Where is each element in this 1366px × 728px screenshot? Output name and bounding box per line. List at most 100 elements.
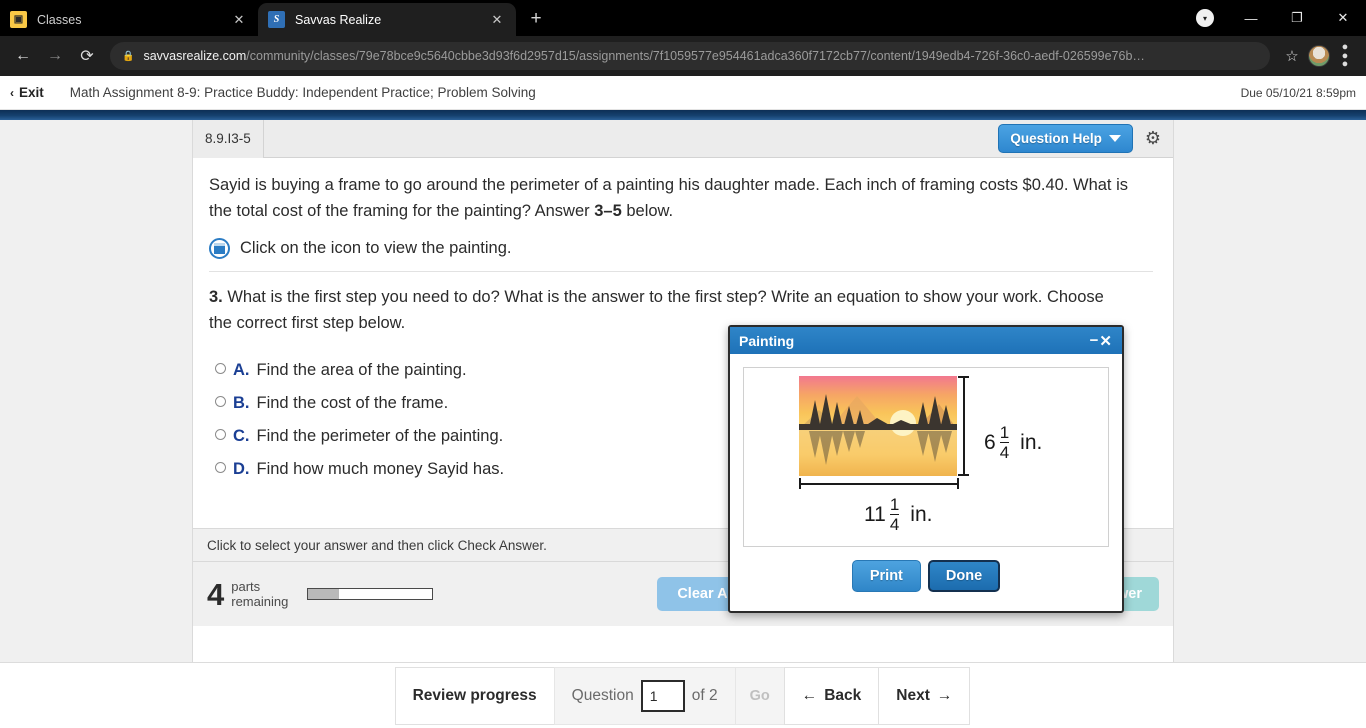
height-numerator: 1 [999,423,1010,442]
profile-avatar[interactable] [1308,44,1330,67]
update-available-button[interactable]: ▾ [1182,0,1228,36]
dialog-titlebar[interactable]: Painting − ✕ [730,327,1122,354]
maximize-button[interactable]: ❐ [1274,0,1320,36]
width-tick-right [957,478,959,489]
view-painting-row[interactable]: Click on the icon to view the painting. [209,224,1153,272]
kebab-menu-icon[interactable]: ● ● ● [1332,41,1358,69]
height-dimension-line [963,376,965,476]
due-date: Due 05/10/21 8:59pm [1240,85,1356,100]
bookmark-star-icon[interactable]: ☆ [1278,47,1306,65]
choice-text: Find the perimeter of the painting. [256,427,504,445]
height-tick-top [958,376,969,378]
height-tick-bottom [958,474,969,476]
parts-remaining: 4 parts remaining [207,579,288,610]
question-toolbar: 8.9.I3-5 Question Help ⚙ [193,119,1173,158]
width-whole-number: 11 [864,502,886,526]
exit-button[interactable]: ‹ Exit [10,85,44,100]
chevron-down-icon: ▾ [1196,9,1214,27]
painting-height-label: 6 1 4 in. [984,424,1042,462]
new-tab-button[interactable]: + [522,5,550,33]
workspace: 8.9.I3-5 Question Help ⚙ Sayid is buying… [0,119,1366,662]
review-progress-button[interactable]: Review progress [394,666,555,725]
window-controls: ▾ — ❐ ✕ [1182,0,1366,36]
nav-group: Review progress Question of 2 Go ← Back … [394,666,971,725]
chevron-down-icon [1108,135,1121,142]
parts-label: parts remaining [231,579,288,609]
question-help-button[interactable]: Question Help [998,124,1133,153]
radio-button[interactable] [215,462,226,473]
question-label: Question [571,686,634,704]
radio-button[interactable] [215,396,226,407]
go-button[interactable]: Go [734,666,785,725]
assignment-navigation: Review progress Question of 2 Go ← Back … [0,662,1366,728]
close-icon[interactable]: ✕ [230,11,248,29]
width-dimension-line [799,483,959,485]
width-denominator: 4 [889,513,900,534]
forward-icon[interactable]: → [40,41,70,71]
painting-viewer-icon[interactable] [209,238,230,259]
omnibar-actions: ☆ ● ● ● [1278,41,1358,69]
width-tick-left [799,478,801,489]
dialog-body: 6 1 4 in. 11 1 4 in. Print Done [730,354,1122,605]
savvas-favicon-icon: S [268,11,285,28]
back-label: Back [824,686,862,704]
choice-text: Find the cost of the frame. [256,394,449,412]
parts-count: 4 [207,576,225,612]
dialog-actions: Print Done [743,560,1109,592]
address-bar: ← → ⟳ 🔒 savvasrealize.com/community/clas… [0,36,1366,76]
dialog-title: Painting [739,332,795,349]
height-unit: in. [1020,430,1043,454]
close-icon[interactable]: ✕ [488,11,506,29]
painting-artwork [799,376,957,476]
close-window-button[interactable]: ✕ [1320,0,1366,36]
minimize-button[interactable]: — [1228,0,1274,36]
assignment-header: ‹ Exit Math Assignment 8-9: Practice Bud… [0,76,1366,110]
question-number-input[interactable] [640,679,685,712]
print-button[interactable]: Print [851,560,921,592]
height-fraction: 1 4 [999,423,1010,462]
width-unit: in. [910,502,933,526]
total-questions-label: of 2 [691,686,718,704]
done-button[interactable]: Done [927,560,1001,592]
back-button[interactable]: ← Back [783,666,880,725]
chevron-left-icon: ‹ [10,85,14,100]
painting-dialog: Painting − ✕ 6 1 4 in. 11 1 4 in. Print … [728,325,1124,613]
remaining-word: remaining [231,594,289,609]
close-icon[interactable]: ✕ [1099,332,1113,350]
classes-favicon-icon: ▣ [10,11,27,28]
next-button[interactable]: Next → [878,666,971,725]
view-painting-label: Click on the icon to view the painting. [240,239,512,257]
tab-classes[interactable]: ▣ Classes ✕ [0,3,258,36]
next-label: Next [896,686,930,704]
choice-letter: B. [233,394,250,412]
exit-label: Exit [19,85,44,100]
question-toolbar-actions: Question Help ⚙ [998,124,1165,153]
url-input[interactable]: 🔒 savvasrealize.com/community/classes/79… [110,42,1270,70]
subquestion-number: 3. [209,288,223,306]
tab-title: Classes [37,12,82,27]
question-id: 8.9.I3-5 [193,119,264,158]
minimize-icon[interactable]: − [1090,332,1100,349]
browser-window: ▣ Classes ✕ S Savvas Realize ✕ + ▾ — ❐ ✕… [0,0,1366,728]
problem-range: 3–5 [594,202,622,220]
gear-icon[interactable]: ⚙ [1141,128,1165,149]
radio-button[interactable] [215,429,226,440]
tab-savvas-realize[interactable]: S Savvas Realize ✕ [258,3,516,36]
assignment-title: Math Assignment 8-9: Practice Buddy: Ind… [69,85,536,100]
reload-icon[interactable]: ⟳ [72,41,102,71]
header-divider [0,110,1366,120]
height-denominator: 4 [999,441,1010,462]
parts-word: parts [231,579,261,594]
url-path: /community/classes/79e78bce9c5640cbbe3d9… [246,49,1145,63]
progress-bar [307,588,434,600]
radio-button[interactable] [215,363,226,374]
back-icon[interactable]: ← [8,41,38,71]
question-selector: Question of 2 [553,666,736,725]
height-whole-number: 6 [984,430,996,454]
choice-text: Find how much money Sayid has. [256,460,505,478]
width-numerator: 1 [889,495,900,514]
choice-letter: C. [233,427,250,445]
arrow-right-icon: → [936,686,953,704]
choice-letter: D. [233,460,250,478]
problem-statement: Sayid is buying a frame to go around the… [209,172,1129,224]
